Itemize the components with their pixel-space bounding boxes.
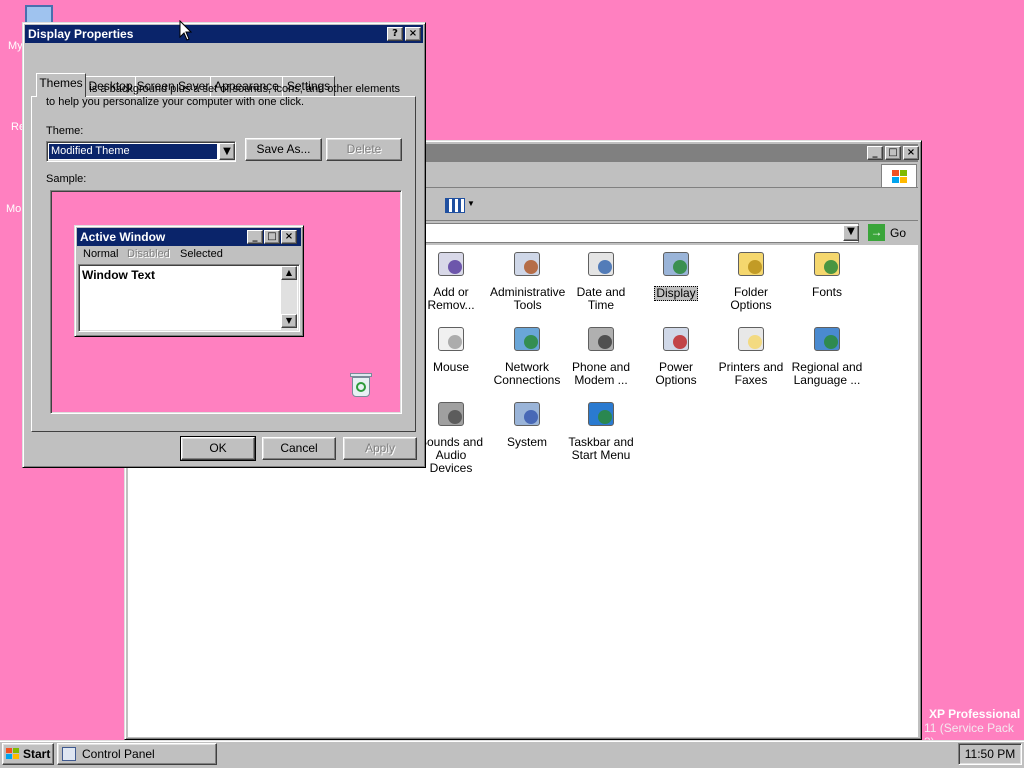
taskbar-start-menu-icon <box>584 398 618 432</box>
cp-item-label: Network Connections <box>493 360 561 387</box>
cp-item-taskbar-start-menu[interactable]: Taskbar and Start Menu <box>563 398 639 462</box>
sample-title: Active Window <box>80 230 166 244</box>
watermark-line1: XP Professional <box>929 707 1021 721</box>
cp-item-label: Fonts <box>811 285 842 299</box>
cp-item-label: Mouse <box>432 360 470 374</box>
start-button[interactable]: Start <box>2 743 54 765</box>
clock[interactable]: 11:50 PM <box>965 747 1015 761</box>
chevron-down-icon: ▼ <box>467 199 475 208</box>
sample-menu-disabled: Disabled <box>127 248 170 260</box>
cp-item-label: System <box>506 435 547 449</box>
maximize-button[interactable]: □ <box>885 146 901 160</box>
cp-item-label: Power Options <box>655 360 697 387</box>
system-tray: 11:50 PM <box>958 743 1022 765</box>
power-options-icon <box>659 323 693 357</box>
cp-item-label: Regional and Language ... <box>791 360 863 387</box>
cp-item-display[interactable]: Display <box>638 248 714 301</box>
cp-item-label: Display <box>654 286 698 301</box>
cp-item-label: Phone and Modem ... <box>571 360 631 387</box>
close-icon: × <box>281 230 297 244</box>
start-label: Start <box>23 747 51 761</box>
date-time-icon <box>584 248 618 282</box>
display-icon <box>659 248 693 282</box>
go-arrow-icon: → <box>868 224 885 241</box>
cp-item-regional-language[interactable]: Regional and Language ... <box>789 323 865 387</box>
taskbar-item-label: Control Panel <box>82 747 155 761</box>
desktop-icon-label: My <box>8 40 23 52</box>
cp-item-label: Date and Time <box>576 285 626 312</box>
control-panel-icon <box>62 747 76 761</box>
cancel-button[interactable]: Cancel <box>262 437 336 460</box>
theme-select[interactable]: Modified Theme ▼ <box>46 141 236 162</box>
views-button[interactable]: ▼ <box>441 194 477 218</box>
sample-menu-normal: Normal <box>83 248 119 260</box>
cp-item-administrative-tools[interactable]: Administrative Tools <box>489 248 565 312</box>
cp-item-label: Taskbar and Start Menu <box>568 435 634 462</box>
cp-item-power-options[interactable]: Power Options <box>638 323 714 387</box>
add-remove-programs-icon <box>434 248 468 282</box>
cp-item-folder-options[interactable]: Folder Options <box>713 248 789 312</box>
display-properties-dialog: Display Properties ? × Themes Desktop Sc… <box>22 22 426 468</box>
network-connections-icon <box>510 323 544 357</box>
cp-item-network-connections[interactable]: Network Connections <box>489 323 565 387</box>
cp-item-fonts[interactable]: Fonts <box>789 248 865 299</box>
printers-faxes-icon <box>734 323 768 357</box>
maximize-icon: □ <box>264 230 280 244</box>
windows-flag-icon <box>6 748 20 760</box>
cp-item-printers-faxes[interactable]: Printers and Faxes <box>713 323 789 387</box>
go-label: Go <box>890 226 907 240</box>
address-dropdown-button[interactable]: ▼ <box>843 225 859 241</box>
apply-button[interactable]: Apply <box>343 437 417 460</box>
phone-modem-icon <box>584 323 618 357</box>
recycle-bin-icon <box>349 371 373 399</box>
cp-item-label: Printers and Faxes <box>718 360 784 387</box>
sounds-audio-icon <box>434 398 468 432</box>
scrollbar: ▲ ▼ <box>281 266 297 330</box>
help-button[interactable]: ? <box>387 27 403 41</box>
cp-item-label: Folder Options <box>730 285 772 312</box>
address-field[interactable] <box>425 223 859 243</box>
sample-text-area: Window Text ▲ ▼ <box>78 264 300 332</box>
theme-description: A theme is a background plus a set of so… <box>46 83 401 108</box>
sample-window: Active Window _ □ × Normal Disabled Sele… <box>74 225 304 337</box>
sample-menu-selected: Selected <box>180 248 223 260</box>
save-as-button[interactable]: Save As... <box>245 138 322 161</box>
minimize-button[interactable]: _ <box>867 146 883 160</box>
tab-themes[interactable]: Themes <box>36 73 86 97</box>
cp-item-date-time[interactable]: Date and Time <box>563 248 639 312</box>
system-icon <box>510 398 544 432</box>
cp-item-label: Administrative Tools <box>490 285 566 312</box>
ok-button[interactable]: OK <box>180 436 256 461</box>
sample-window-text: Window Text <box>82 268 155 282</box>
administrative-tools-icon <box>510 248 544 282</box>
go-button[interactable]: → Go <box>866 222 916 244</box>
delete-button[interactable]: Delete <box>326 138 402 161</box>
folder-options-icon <box>734 248 768 282</box>
dialog-close-button[interactable]: × <box>405 27 421 41</box>
fonts-icon <box>810 248 844 282</box>
theme-select-value: Modified Theme <box>49 144 217 159</box>
views-icon <box>445 198 465 213</box>
cp-item-phone-modem[interactable]: Phone and Modem ... <box>563 323 639 387</box>
cp-item-system[interactable]: System <box>489 398 565 449</box>
dialog-title: Display Properties <box>28 27 134 41</box>
taskbar-item-control-panel[interactable]: Control Panel <box>57 743 217 765</box>
theme-label: Theme: <box>46 125 84 137</box>
minimize-icon: _ <box>247 230 263 244</box>
chevron-down-icon[interactable]: ▼ <box>219 143 235 160</box>
desktop-icon-label[interactable]: Mo <box>6 203 21 215</box>
sample-label: Sample: <box>46 173 87 185</box>
windows-logo-icon <box>881 164 917 188</box>
mouse-icon <box>434 323 468 357</box>
regional-language-icon <box>810 323 844 357</box>
dialog-titlebar: Display Properties <box>25 25 423 43</box>
scroll-down-icon: ▼ <box>281 314 297 328</box>
mouse-cursor-icon <box>179 20 193 41</box>
scroll-up-icon: ▲ <box>281 266 297 280</box>
close-button[interactable]: × <box>903 146 919 160</box>
